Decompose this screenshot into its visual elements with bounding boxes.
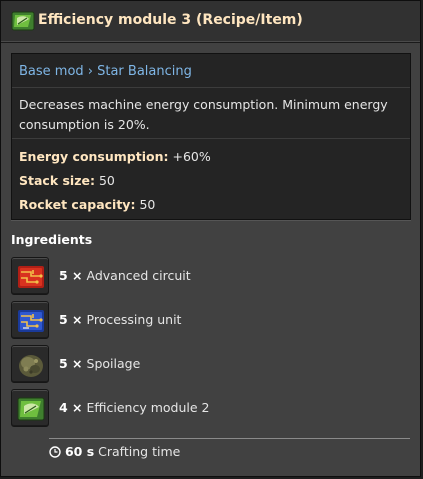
ingredient-slot[interactable] bbox=[11, 345, 49, 383]
property-label: Rocket capacity: bbox=[19, 197, 136, 212]
property-value: 50 bbox=[139, 197, 156, 212]
ingredient-amount: 5 × bbox=[59, 312, 83, 327]
ingredient-text: 5 × Spoilage bbox=[59, 356, 140, 371]
ingredient-name: Processing unit bbox=[86, 312, 182, 327]
divider bbox=[49, 438, 410, 439]
info-box: Base mod › Star Balancing Decreases mach… bbox=[11, 53, 411, 220]
ingredient-amount: 5 × bbox=[59, 268, 83, 283]
ingredient-row[interactable]: 5 × Spoilage bbox=[11, 345, 391, 385]
property-rocket-capacity: Rocket capacity: 50 bbox=[19, 197, 155, 212]
item-description: Decreases machine energy consumption. Mi… bbox=[19, 97, 388, 132]
ingredient-slot[interactable] bbox=[11, 389, 49, 427]
ingredients-heading: Ingredients bbox=[11, 232, 93, 247]
advanced-circuit-icon bbox=[18, 266, 44, 288]
tooltip-title: Efficiency module 3 (Recipe/Item) bbox=[38, 12, 303, 28]
item-tooltip: Efficiency module 3 (Recipe/Item) Base m… bbox=[0, 0, 421, 477]
ingredient-amount: 4 × bbox=[59, 400, 83, 415]
ingredient-slot[interactable] bbox=[11, 257, 49, 295]
tooltip-header: Efficiency module 3 (Recipe/Item) bbox=[1, 1, 420, 43]
efficiency-module-icon bbox=[17, 397, 45, 421]
ingredient-name: Efficiency module 2 bbox=[86, 400, 210, 415]
property-stack-size: Stack size: 50 bbox=[19, 173, 115, 188]
property-value: 50 bbox=[98, 173, 115, 188]
crafting-time: 60 s Crafting time bbox=[49, 444, 180, 459]
property-energy-consumption: Energy consumption: +60% bbox=[19, 149, 211, 164]
ingredient-text: 5 × Advanced circuit bbox=[59, 268, 191, 283]
property-label: Energy consumption: bbox=[19, 149, 169, 164]
crafting-time-label: Crafting time bbox=[98, 444, 181, 459]
ingredient-slot[interactable] bbox=[11, 301, 49, 339]
ingredient-name: Advanced circuit bbox=[86, 268, 191, 283]
clock-icon bbox=[49, 446, 61, 458]
ingredient-row[interactable]: 4 × Efficiency module 2 bbox=[11, 389, 391, 429]
ingredient-row[interactable]: 5 × Processing unit bbox=[11, 301, 391, 341]
ingredient-text: 4 × Efficiency module 2 bbox=[59, 400, 209, 415]
efficiency-module-icon bbox=[11, 11, 35, 31]
processing-unit-icon bbox=[18, 310, 44, 332]
ingredient-row[interactable]: 5 × Advanced circuit bbox=[11, 257, 391, 297]
ingredient-amount: 5 × bbox=[59, 356, 83, 371]
crafting-time-value: 60 s bbox=[64, 444, 95, 459]
breadcrumb-section: Base mod › Star Balancing bbox=[12, 54, 410, 87]
ingredient-text: 5 × Processing unit bbox=[59, 312, 181, 327]
ingredient-name: Spoilage bbox=[86, 356, 141, 371]
breadcrumb[interactable]: Base mod › Star Balancing bbox=[19, 64, 192, 79]
property-label: Stack size: bbox=[19, 173, 95, 188]
spoilage-icon bbox=[19, 355, 43, 377]
property-value: +60% bbox=[172, 149, 211, 164]
